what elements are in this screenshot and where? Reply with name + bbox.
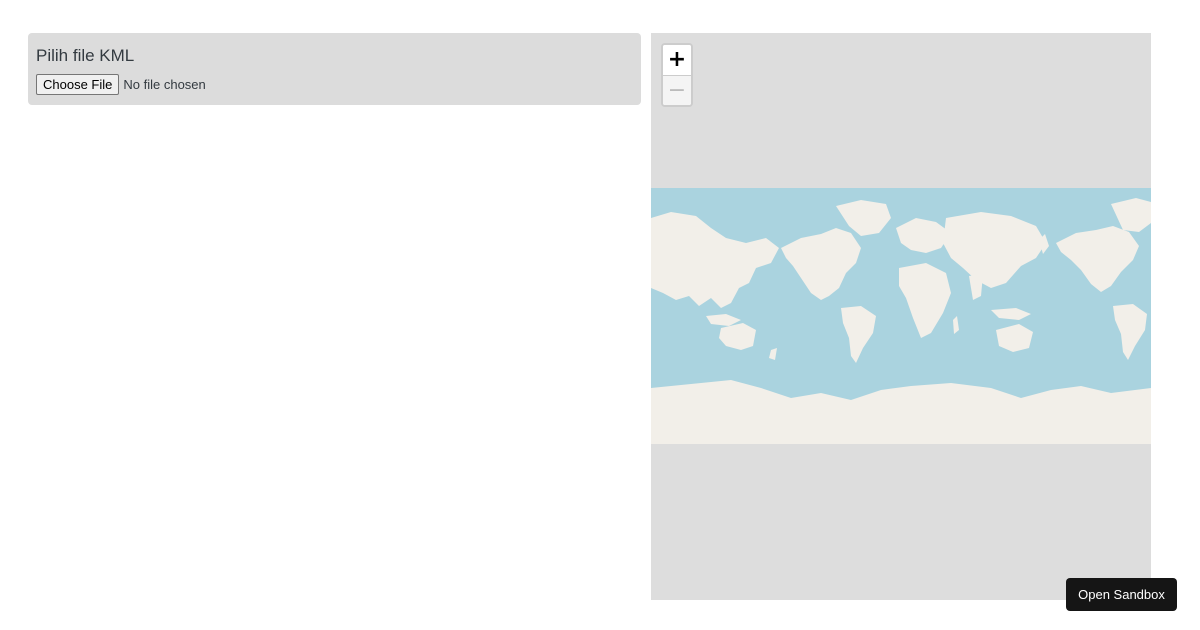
file-status-text: No file chosen [123,77,206,92]
zoom-in-button[interactable]: + [663,45,691,75]
open-sandbox-button[interactable]: Open Sandbox [1066,578,1177,611]
zoom-control: + − [661,43,693,107]
world-map-tile [651,188,1151,444]
choose-file-button[interactable]: Choose File [36,74,120,95]
zoom-out-button[interactable]: − [663,75,691,105]
land-antarctica [651,380,1151,444]
kml-file-panel: Pilih file KML Choose File No file chose… [28,33,641,105]
map-viewport[interactable]: + − [651,33,1151,600]
panel-title: Pilih file KML [36,46,135,65]
file-input[interactable]: Choose File No file chosen [36,74,633,95]
